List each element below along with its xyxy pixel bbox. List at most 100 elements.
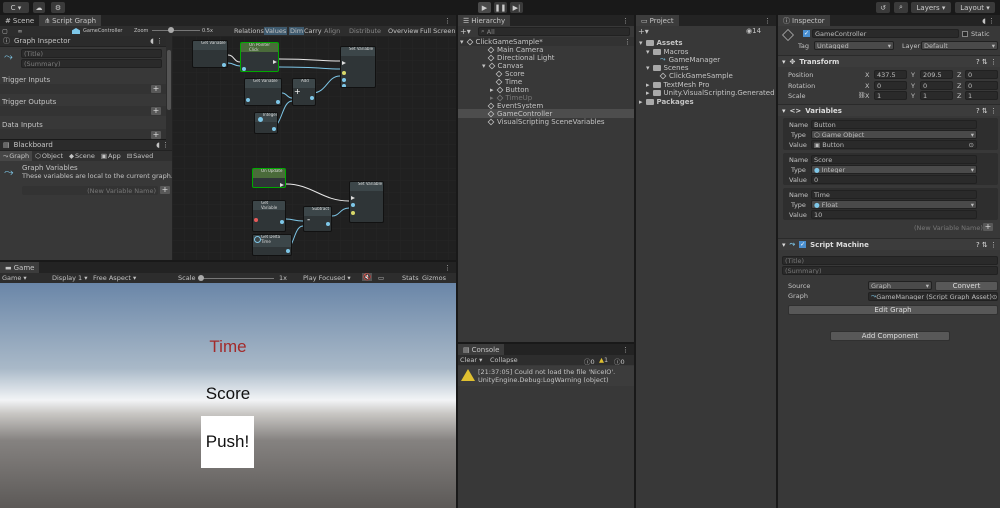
scale-z-field[interactable]: 1 xyxy=(965,91,998,100)
script-machine-enabled-checkbox[interactable]: ✓ xyxy=(799,241,807,248)
tag-dropdown[interactable]: Untagged ▾ xyxy=(814,41,894,50)
object-name-field[interactable]: GameController xyxy=(812,29,959,38)
zoom-slider[interactable] xyxy=(152,27,200,33)
node-output-pin[interactable] xyxy=(276,100,280,104)
inspector-lock-icon[interactable]: ◖ ⋮ xyxy=(977,15,1000,26)
add-trigger-output-button[interactable]: + xyxy=(151,107,161,115)
root-menu-icon[interactable]: ⋮ xyxy=(624,38,631,46)
position-z-field[interactable]: 0 xyxy=(965,70,998,79)
hierarchy-search[interactable]: ⌕ All xyxy=(478,27,630,36)
transform-header[interactable]: ▾ ✥ Transform ? ⇅ ⋮ xyxy=(778,55,1000,67)
project-item[interactable]: ▸ Packages xyxy=(639,97,694,106)
machine-summary-field[interactable]: (Summary) xyxy=(782,266,998,275)
gizmos-dropdown[interactable]: Gizmos xyxy=(422,274,446,282)
layout-dropdown[interactable]: Layout ▾ xyxy=(955,2,995,13)
display-dropdown[interactable]: Display 1 ▾ xyxy=(52,274,88,282)
toggle-icon[interactable]: ▢ xyxy=(0,28,10,35)
scale-x-field[interactable]: 1 xyxy=(874,91,907,100)
position-y-field[interactable]: 209.5 xyxy=(920,70,953,79)
variable-name-field[interactable]: Score xyxy=(811,155,977,164)
node-input-pin[interactable] xyxy=(351,203,355,207)
layers-dropdown[interactable]: Layers ▾ xyxy=(911,2,951,13)
add-data-input-button[interactable]: + xyxy=(151,131,161,139)
node-get-variable-2[interactable]: Get Variable xyxy=(244,78,282,106)
hierarchy-menu-icon[interactable]: ⋮ xyxy=(617,15,634,26)
node-input-pin[interactable] xyxy=(254,218,258,222)
node-output-pin[interactable] xyxy=(286,249,290,253)
node-add[interactable]: Add + xyxy=(292,78,316,106)
node-set-variable-2[interactable]: Set Variable xyxy=(349,181,384,223)
hierarchy-item[interactable]: VisualScripting SceneVariables xyxy=(487,117,605,126)
vr-icon[interactable]: ▭ xyxy=(378,274,384,282)
layer-dropdown[interactable]: Default ▾ xyxy=(921,41,998,50)
component-menu-icon[interactable]: ? ⇅ ⋮ xyxy=(976,107,997,115)
node-flow-in[interactable] xyxy=(351,196,355,200)
variable-value-field[interactable]: 0 xyxy=(811,175,977,184)
align-dropdown[interactable]: Align xyxy=(324,27,340,35)
new-variable-input[interactable]: (New Variable Name) xyxy=(914,224,983,232)
history-icon[interactable]: ↺ xyxy=(876,2,890,13)
add-component-button[interactable]: Add Component xyxy=(830,331,950,341)
zoom-handle[interactable] xyxy=(168,27,174,33)
blackboard-tab-scene[interactable]: ◆ Scene xyxy=(66,151,98,161)
variable-name-field[interactable]: Time xyxy=(811,190,977,199)
component-menu-icon[interactable]: ? ⇅ ⋮ xyxy=(976,241,997,249)
tab-console[interactable]: ▤ Console xyxy=(458,344,505,355)
title-field[interactable]: (Title) xyxy=(21,49,162,58)
static-checkbox[interactable] xyxy=(962,31,968,37)
push-button[interactable]: Push! xyxy=(201,416,254,468)
play-focused-dropdown[interactable]: Play Focused ▾ xyxy=(303,274,351,282)
clear-dropdown[interactable]: Clear ▾ xyxy=(460,356,482,364)
game-viewport[interactable]: Time Score Push! xyxy=(0,283,456,508)
new-variable-input[interactable]: (New Variable Name) xyxy=(22,186,158,195)
object-picker-icon[interactable]: ⊙ xyxy=(969,141,974,148)
rotation-y-field[interactable]: 0 xyxy=(920,81,953,90)
node-get-variable-3[interactable]: Get Variable xyxy=(252,200,286,232)
game-menu-icon[interactable]: ⋮ xyxy=(439,262,456,273)
graph-canvas[interactable]: Get Variable On Pointer Click Set Variab… xyxy=(172,36,456,260)
play-button[interactable]: ▶ xyxy=(478,2,491,13)
node-on-pointer-click[interactable]: On Pointer Click xyxy=(240,42,279,72)
variables-header[interactable]: ▾ <> Variables ? ⇅ ⋮ xyxy=(778,104,1000,116)
collab-icon[interactable]: ⚙ xyxy=(51,2,65,13)
game-mode-dropdown[interactable]: Game ▾ xyxy=(2,274,27,282)
variable-value-field[interactable]: 10 xyxy=(811,210,977,219)
variable-name-field[interactable]: Button xyxy=(811,120,977,129)
node-input-pin[interactable] xyxy=(351,211,355,215)
component-menu-icon[interactable]: ? ⇅ ⋮ xyxy=(976,58,997,66)
tab-inspector[interactable]: ⓘ Inspector xyxy=(778,15,830,26)
console-entry[interactable]: [21:37:05] Could not load the file 'Nice… xyxy=(458,366,634,386)
blackboard-menu-icon[interactable]: ◖ ⋮ xyxy=(156,141,169,149)
variable-type-dropdown[interactable]: ● Float ▾ xyxy=(811,200,977,209)
pause-button[interactable]: ❚❚ xyxy=(494,2,507,13)
node-on-update[interactable]: On Update xyxy=(252,168,286,188)
node-flow-out[interactable] xyxy=(273,60,277,64)
node-subtract[interactable]: Subtract - xyxy=(303,206,332,232)
convert-button[interactable]: Convert xyxy=(935,281,998,291)
machine-title-field[interactable]: (Title) xyxy=(782,256,998,265)
relations-button[interactable]: Relations xyxy=(234,27,264,35)
edit-graph-button[interactable]: Edit Graph xyxy=(788,305,998,315)
node-output-pin[interactable] xyxy=(272,127,276,131)
node-input-pin[interactable] xyxy=(246,98,250,102)
node-set-variable-1[interactable]: Set Variable xyxy=(340,46,376,88)
project-item[interactable]: ▸ Unity.VisualScripting.Generated xyxy=(646,88,775,97)
scale-y-field[interactable]: 1 xyxy=(920,91,953,100)
node-flow-in[interactable] xyxy=(342,61,346,65)
tab-script-graph[interactable]: ⋔ Script Graph xyxy=(39,15,102,26)
values-button[interactable]: Values xyxy=(264,27,288,35)
lock-icon[interactable]: ∞ xyxy=(10,28,30,35)
tab-game[interactable]: ▬ Game xyxy=(0,262,40,273)
tab-hierarchy[interactable]: ☰ Hierarchy xyxy=(458,15,511,26)
node-output-pin[interactable] xyxy=(326,222,330,226)
dim-button[interactable]: Dim xyxy=(289,27,305,35)
carry-button[interactable]: Carry xyxy=(304,27,322,35)
collapse-button[interactable]: Collapse xyxy=(490,356,518,364)
stats-button[interactable]: Stats xyxy=(402,274,419,282)
variable-type-dropdown[interactable]: ● Integer ▾ xyxy=(811,165,977,174)
mute-icon[interactable]: 🔇 xyxy=(362,273,373,281)
position-x-field[interactable]: 437.5 xyxy=(874,70,907,79)
pin-icon[interactable]: ◖ ⋮ xyxy=(150,37,163,45)
node-integer[interactable]: Integer xyxy=(254,112,278,134)
node-get-variable-1[interactable]: Get Variable xyxy=(192,40,228,68)
